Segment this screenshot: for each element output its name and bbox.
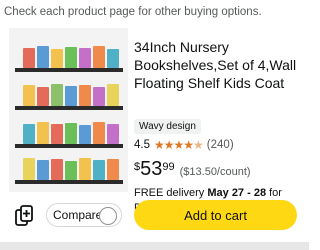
price: $ 53 99 ($13.50/count): [134, 158, 251, 180]
compare-toggle[interactable]: Compare: [46, 203, 122, 227]
product-image[interactable]: [9, 28, 128, 192]
delivery-dates: May 27 - 28: [207, 187, 267, 199]
rating-value: 4.5: [134, 139, 150, 151]
unit-price: ($13.50/count): [179, 166, 251, 178]
brand-badge[interactable]: Wavy design: [134, 119, 201, 134]
rating-row[interactable]: 4.5 ★★★★★ (240): [134, 138, 234, 152]
delivery-prefix: FREE delivery: [134, 187, 208, 199]
compare-icon[interactable]: [14, 204, 34, 228]
product-title[interactable]: 34Inch Nursery Bookshelves,Set of 4,Wall…: [134, 38, 304, 92]
price-fraction: 99: [162, 161, 175, 173]
buying-options-notice: Check each product page for other buying…: [4, 6, 262, 18]
divider: [0, 242, 309, 250]
shelf-row: [15, 40, 123, 72]
star-rating-icon: ★★★★★: [154, 138, 204, 152]
shelf-row: [15, 78, 123, 110]
shelf-row: [15, 152, 123, 184]
price-whole: 53: [140, 158, 163, 180]
shelf-row: [15, 116, 123, 148]
review-count[interactable]: (240): [207, 139, 234, 151]
add-to-cart-button[interactable]: Add to cart: [134, 200, 297, 230]
compare-checkbox[interactable]: [99, 207, 117, 225]
product-card: 34Inch Nursery Bookshelves,Set of 4,Wall…: [0, 28, 309, 242]
compare-label: Compare: [53, 208, 103, 222]
